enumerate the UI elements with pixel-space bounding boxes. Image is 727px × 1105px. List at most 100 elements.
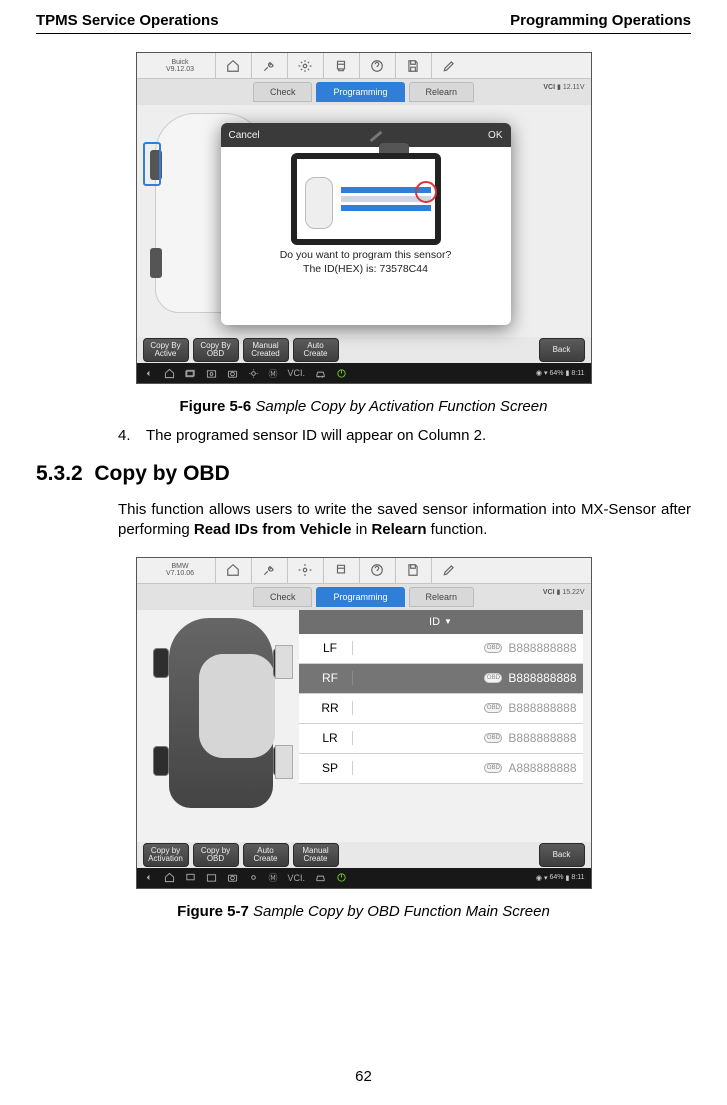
vci-nav-label[interactable]: VCI.	[288, 368, 306, 378]
back-button[interactable]: Back	[539, 338, 585, 362]
back-nav-icon[interactable]	[143, 368, 154, 379]
screenshot-nav-icon[interactable]	[206, 368, 217, 379]
print-icon[interactable]	[323, 558, 359, 584]
wheel-lf[interactable]	[153, 648, 169, 678]
sensor-row-sp[interactable]: SPOBDA888888888	[299, 754, 583, 784]
dropdown-triangle-icon: ▼	[444, 617, 452, 626]
tab-programming[interactable]: Programming	[316, 82, 404, 102]
sensor-position-label: LF	[299, 641, 353, 655]
brightness-nav-icon[interactable]	[248, 368, 259, 379]
app-top-toolbar: Buick V9.12.03	[137, 53, 591, 79]
obd-pill-icon: OBD	[484, 733, 502, 743]
battery-icon: ▮	[557, 84, 561, 91]
power-nav-icon[interactable]	[336, 368, 347, 379]
help-icon[interactable]	[359, 53, 395, 79]
sensor-overlay-rr	[275, 745, 293, 779]
status-time: 8:11	[571, 874, 584, 881]
figure-5-7-label: Figure 5-7	[177, 903, 249, 920]
m-nav-icon[interactable]: Ⓜ	[269, 871, 278, 884]
status-time: 8:11	[571, 370, 584, 377]
sensor-id-value: B888888888	[508, 641, 582, 655]
car-nav-icon[interactable]	[315, 368, 326, 379]
brand-version: V9.12.03	[146, 66, 215, 73]
home-nav-icon[interactable]	[164, 368, 175, 379]
figure-5-7-screenshot: BMW V7.10.06 Check Programming Relearn V…	[137, 558, 591, 888]
edit-icon[interactable]	[431, 558, 467, 584]
manual-created-button[interactable]: Manual Created	[243, 338, 289, 362]
step-number-4: 4.	[118, 427, 146, 444]
sensor-row-rf[interactable]: RF OBD B888888888	[299, 664, 583, 694]
copy-by-obd-button[interactable]: Copy By OBD	[193, 338, 239, 362]
wheel-lr[interactable]	[153, 746, 169, 776]
home-icon[interactable]	[215, 558, 251, 584]
system-navbar: Ⓜ VCI. ◉ ▾ 64% ▮ 8:11	[137, 363, 591, 383]
brand-version: V7.10.06	[146, 570, 215, 577]
settings-icon[interactable]	[287, 53, 323, 79]
id-column-header[interactable]: ID▼	[299, 610, 583, 634]
copy-by-obd-button[interactable]: Copy by OBD	[193, 843, 239, 867]
tablet-illustration	[291, 153, 441, 245]
tools-icon[interactable]	[251, 53, 287, 79]
figure-5-6-caption: Sample Copy by Activation Function Scree…	[251, 398, 547, 415]
header-divider	[36, 33, 691, 34]
vci-status: VCI ▮ 15.22V	[543, 588, 585, 596]
obd-pill-icon: OBD	[484, 763, 502, 773]
battery-icon: ▮	[566, 369, 570, 377]
power-nav-icon[interactable]	[336, 872, 347, 883]
page-header-left: TPMS Service Operations	[36, 12, 219, 29]
brightness-nav-icon[interactable]	[248, 872, 259, 883]
save-icon[interactable]	[395, 558, 431, 584]
manual-create-button[interactable]: Manual Create	[293, 843, 339, 867]
m-nav-icon[interactable]: Ⓜ	[269, 367, 278, 380]
car-nav-icon[interactable]	[315, 872, 326, 883]
obd-pill-icon: OBD	[484, 703, 502, 713]
battery-icon: ▮	[557, 589, 561, 596]
settings-icon[interactable]	[287, 558, 323, 584]
sensor-id-value: B888888888	[508, 701, 582, 715]
recent-nav-icon[interactable]	[185, 368, 196, 379]
antenna-highlight-circle	[415, 181, 437, 203]
edit-icon[interactable]	[431, 53, 467, 79]
sensor-row-lf[interactable]: LFOBDB888888888	[299, 634, 583, 664]
back-button[interactable]: Back	[539, 843, 585, 867]
sensor-overlay-rf	[275, 645, 293, 679]
save-icon[interactable]	[395, 53, 431, 79]
tools-icon[interactable]	[251, 558, 287, 584]
sensor-position-label: RR	[299, 701, 353, 715]
recent-nav-icon[interactable]	[185, 872, 196, 883]
back-nav-icon[interactable]	[143, 872, 154, 883]
sensor-row-lr[interactable]: LROBDB888888888	[299, 724, 583, 754]
obd-pill-icon: OBD	[484, 673, 502, 683]
battery-icon: ▮	[566, 874, 570, 882]
figure-5-7-caption: Sample Copy by OBD Function Main Screen	[249, 903, 550, 920]
sensor-row-rr[interactable]: RR OBD B888888888	[299, 694, 583, 724]
ok-button[interactable]: OK	[488, 130, 502, 141]
camera-nav-icon[interactable]	[227, 872, 238, 883]
mode-tab-row: Check Programming Relearn	[137, 584, 591, 610]
tab-check[interactable]: Check	[253, 587, 313, 607]
tab-check[interactable]: Check	[253, 82, 313, 102]
signal-icon: ◉	[536, 874, 542, 882]
copy-by-active-button[interactable]: Copy By Active	[143, 338, 189, 362]
auto-create-button[interactable]: Auto Create	[293, 338, 339, 362]
sensor-id-table: ID▼ LFOBDB888888888RFOBDB888888888RROBDB…	[299, 610, 583, 842]
figure-5-6-label: Figure 5-6	[180, 398, 252, 415]
help-icon[interactable]	[359, 558, 395, 584]
sensor-id-value: B888888888	[508, 671, 582, 685]
copy-by-activation-button[interactable]: Copy by Activation	[143, 843, 189, 867]
home-nav-icon[interactable]	[164, 872, 175, 883]
cancel-button[interactable]: Cancel	[229, 130, 260, 141]
screenshot-nav-icon[interactable]	[206, 872, 217, 883]
sensor-position-label: RF	[299, 671, 353, 685]
tab-relearn[interactable]: Relearn	[409, 587, 475, 607]
camera-nav-icon[interactable]	[227, 368, 238, 379]
auto-create-button[interactable]: Auto Create	[243, 843, 289, 867]
home-icon[interactable]	[215, 53, 251, 79]
wheel-lr[interactable]	[150, 248, 162, 278]
page-header-right: Programming Operations	[510, 12, 691, 29]
tab-programming[interactable]: Programming	[316, 587, 404, 607]
vci-nav-label[interactable]: VCI.	[288, 873, 306, 883]
tab-relearn[interactable]: Relearn	[409, 82, 475, 102]
vehicle-outline	[153, 618, 289, 808]
print-icon[interactable]	[323, 53, 359, 79]
